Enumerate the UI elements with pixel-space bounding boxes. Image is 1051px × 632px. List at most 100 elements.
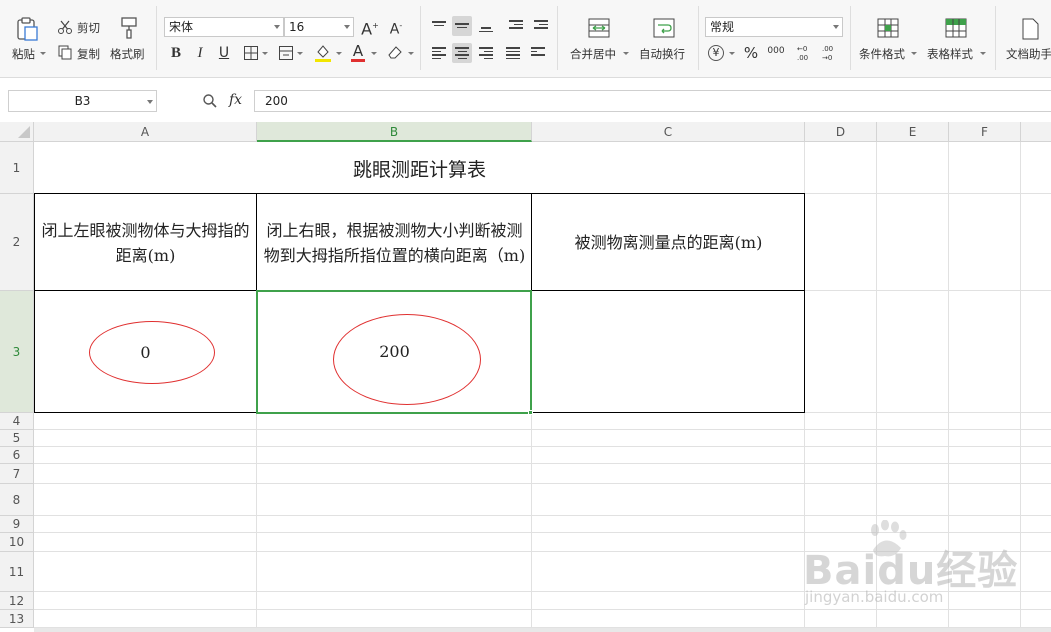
row-header-3[interactable]: 3 <box>0 291 34 413</box>
italic-button[interactable]: I <box>190 43 210 63</box>
red-oval-annotation <box>89 321 215 384</box>
decrease-decimal-icon[interactable]: .00 →0 <box>821 43 839 63</box>
font-size-value: 16 <box>289 20 305 34</box>
table-style-dropdown-icon[interactable] <box>980 52 986 55</box>
format-painter-icon[interactable] <box>119 16 139 40</box>
svg-text:←0: ←0 <box>797 45 807 53</box>
ribbon-separator <box>420 6 421 70</box>
name-box[interactable]: B3 <box>8 90 157 112</box>
column-header-g[interactable] <box>1021 122 1051 142</box>
svg-text:→0: →0 <box>822 54 832 62</box>
currency-button[interactable]: ¥ <box>708 45 724 61</box>
cell-style-icon[interactable] <box>278 45 294 61</box>
thousands-button[interactable]: 000 <box>766 41 786 61</box>
cell-style-dropdown-icon[interactable] <box>297 52 303 55</box>
row-header-10[interactable]: 10 <box>0 533 34 552</box>
header-cell-c2[interactable]: 被测物离测量点的距离(m) <box>534 195 803 290</box>
eraser-dropdown-icon[interactable] <box>408 52 414 55</box>
merge-center-icon[interactable] <box>587 17 611 39</box>
align-right-button[interactable] <box>476 43 496 63</box>
bold-button[interactable]: B <box>166 43 186 63</box>
document-icon[interactable] <box>1020 17 1040 41</box>
font-size-select[interactable]: 16 <box>284 17 354 37</box>
row-header-5[interactable]: 5 <box>0 430 34 447</box>
distributed-align-button[interactable] <box>528 43 548 63</box>
row-header-12[interactable]: 12 <box>0 592 34 610</box>
paste-dropdown-icon[interactable] <box>40 52 46 55</box>
paste-button[interactable]: 粘贴 <box>12 46 35 62</box>
row-header-9[interactable]: 9 <box>0 516 34 533</box>
row-header-13[interactable]: 13 <box>0 610 34 628</box>
borders-icon[interactable] <box>243 45 259 61</box>
sheet-title-cell[interactable]: 跳眼测距计算表 <box>35 142 804 194</box>
copy-button[interactable]: 复制 <box>77 46 100 62</box>
conditional-format-button[interactable]: 条件格式 <box>859 46 905 62</box>
cut-button[interactable]: 剪切 <box>77 20 100 36</box>
borders-dropdown-icon[interactable] <box>262 52 268 55</box>
decrease-indent-button[interactable] <box>506 16 526 36</box>
copy-icon[interactable] <box>57 44 73 60</box>
merge-center-dropdown-icon[interactable] <box>623 52 629 55</box>
fill-color-icon[interactable] <box>314 43 332 63</box>
row-header-2[interactable]: 2 <box>0 194 34 291</box>
chevron-down-icon <box>147 100 153 104</box>
font-name-select[interactable]: 宋体 <box>164 17 284 37</box>
column-header-f[interactable]: F <box>949 122 1021 142</box>
scissors-icon[interactable] <box>57 19 73 35</box>
align-middle-button[interactable] <box>452 16 472 36</box>
magnifier-icon[interactable] <box>202 93 218 109</box>
paste-icon[interactable] <box>14 16 40 42</box>
column-header-b[interactable]: B <box>257 122 532 142</box>
increase-decimal-icon[interactable]: ←0.00 <box>796 43 814 63</box>
table-border <box>804 193 805 413</box>
column-header-d[interactable]: D <box>805 122 877 142</box>
row-header-4[interactable]: 4 <box>0 413 34 430</box>
gridline <box>34 446 1051 447</box>
merge-center-button[interactable]: 合并居中 <box>570 46 616 62</box>
row-header-7[interactable]: 7 <box>0 464 34 484</box>
formula-input[interactable]: 200 <box>254 90 1051 112</box>
row-header-8[interactable]: 8 <box>0 484 34 516</box>
grow-font-button[interactable]: A+ <box>360 16 380 39</box>
format-painter-button[interactable]: 格式刷 <box>110 46 145 62</box>
wrap-text-icon[interactable] <box>652 17 676 39</box>
align-left-button[interactable] <box>429 43 449 63</box>
header-cell-a2[interactable]: 闭上左眼被测物体与大拇指的距离(m) <box>36 195 255 290</box>
column-header-c[interactable]: C <box>532 122 805 142</box>
fx-label[interactable]: fx <box>229 92 242 108</box>
increase-indent-button[interactable] <box>531 16 551 36</box>
underline-button[interactable]: U <box>214 43 234 63</box>
font-color-button[interactable]: A <box>348 41 368 62</box>
align-center-button[interactable] <box>452 43 472 63</box>
header-cell-b2[interactable]: 闭上右眼，根据被测物大小判断被测物到大拇指所指位置的横向距离（m) <box>259 195 530 290</box>
font-name-value: 宋体 <box>169 20 194 34</box>
column-header-e[interactable]: E <box>877 122 949 142</box>
percent-button[interactable]: % <box>741 43 761 63</box>
select-all-corner[interactable] <box>0 122 34 142</box>
row-header-11[interactable]: 11 <box>0 552 34 592</box>
font-color-dropdown-icon[interactable] <box>371 52 377 55</box>
currency-dropdown-icon[interactable] <box>729 52 735 55</box>
fill-handle[interactable] <box>528 410 533 415</box>
row-header-1[interactable]: 1 <box>0 142 34 194</box>
eraser-icon[interactable] <box>386 44 404 60</box>
table-style-button[interactable]: 表格样式 <box>927 46 973 62</box>
shrink-font-button[interactable]: A- <box>386 16 406 38</box>
chevron-down-icon <box>274 25 280 29</box>
wrap-text-button[interactable]: 自动换行 <box>639 46 685 62</box>
fill-color-dropdown-icon[interactable] <box>336 52 342 55</box>
value-cell-c3[interactable] <box>534 292 803 412</box>
horizontal-scrollbar[interactable] <box>34 628 1051 632</box>
chevron-down-icon <box>833 25 839 29</box>
table-style-icon[interactable] <box>944 17 968 39</box>
grow-font-label: A <box>361 19 373 39</box>
conditional-format-icon[interactable] <box>876 17 900 39</box>
doc-helper-button[interactable]: 文档助手 <box>1006 46 1051 62</box>
justify-button[interactable] <box>503 43 523 63</box>
number-format-select[interactable]: 常规 <box>705 17 843 37</box>
column-header-a[interactable]: A <box>34 122 257 142</box>
align-bottom-button[interactable] <box>476 16 496 36</box>
conditional-format-dropdown-icon[interactable] <box>911 52 917 55</box>
row-header-6[interactable]: 6 <box>0 447 34 464</box>
align-top-button[interactable] <box>429 16 449 36</box>
